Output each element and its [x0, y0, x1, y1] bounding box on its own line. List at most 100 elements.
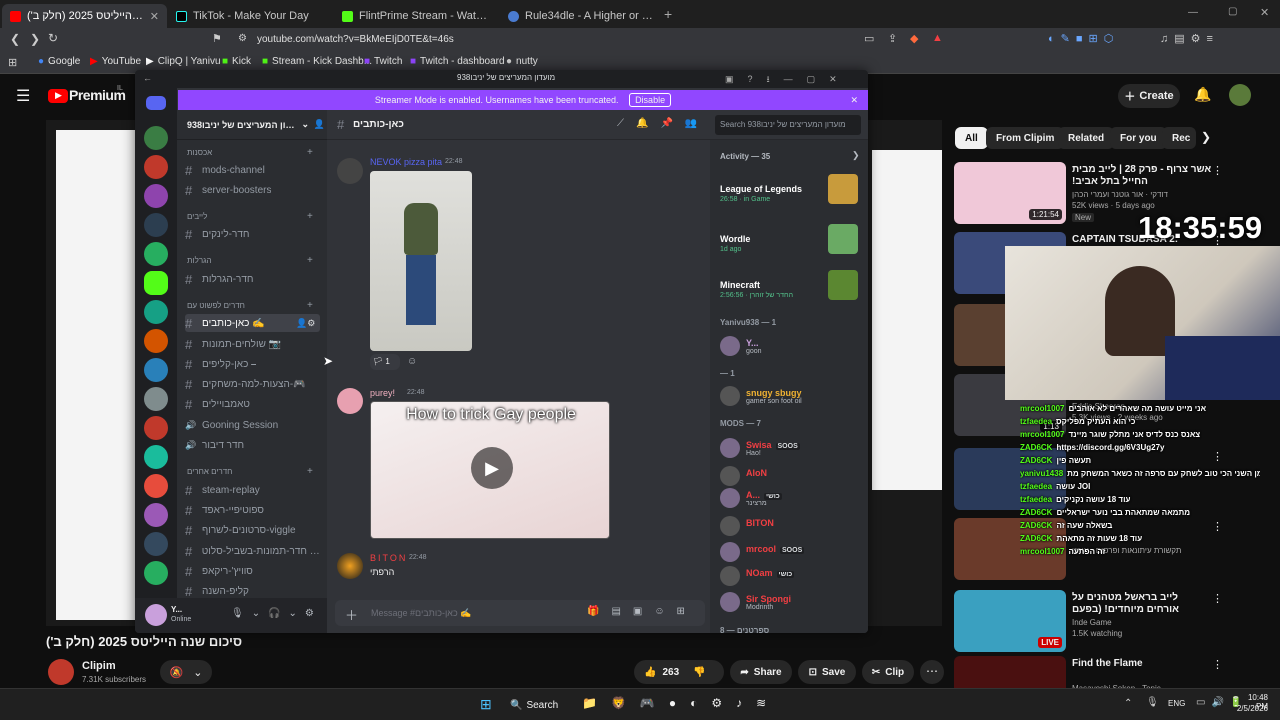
new-tab-button[interactable]: +	[664, 6, 672, 22]
member-item[interactable]: A... כושי מרצינר	[720, 486, 862, 516]
chip-for-you[interactable]: For you	[1110, 127, 1167, 149]
bookmark-twitch[interactable]: ■ Twitch	[364, 56, 402, 67]
add-channel-icon[interactable]: +	[307, 300, 313, 311]
server-icon[interactable]	[144, 242, 168, 266]
tab-tiktok[interactable]: TikTok - Make Your Day	[168, 4, 333, 28]
server-icon[interactable]	[144, 474, 168, 498]
bookmark-kick-dashboard[interactable]: ■ Stream - Kick Dashb...	[262, 56, 372, 67]
server-icon[interactable]	[144, 300, 168, 324]
server-icon[interactable]	[144, 532, 168, 556]
channel-item[interactable]: # הצעות-למה-משחקים-🎮	[185, 375, 320, 393]
taskbar-apps[interactable]: 📁🦁🎮●◐⚙♪≋	[582, 696, 780, 710]
server-icon[interactable]	[144, 126, 168, 150]
rewards-icon[interactable]: ▲	[932, 32, 943, 44]
category-header[interactable]: לייבים	[187, 212, 207, 221]
video-embed[interactable]: How to trick Gay people ▶	[370, 401, 610, 539]
channel-item[interactable]: # קליפ-השנה	[185, 582, 320, 600]
back-arrow-icon[interactable]: ←	[143, 73, 152, 83]
server-icon[interactable]	[144, 184, 168, 208]
back-icon[interactable]: ❮	[10, 32, 20, 46]
author-avatar[interactable]	[337, 158, 363, 184]
channel-item[interactable]: # חדר-לינקים	[185, 225, 320, 243]
chip-recent[interactable]: Rec	[1162, 127, 1196, 149]
category-header[interactable]: הגרלות	[187, 256, 212, 265]
menu-icon[interactable]: ☰	[16, 86, 30, 106]
rec-title[interactable]: אשר צרוף - פרק 28 | לייב מבית החייל בתל …	[1072, 164, 1212, 188]
category-header[interactable]: אכסנות	[187, 148, 212, 157]
add-channel-icon[interactable]: +	[307, 147, 313, 158]
url-field[interactable]: youtube.com/watch?v=BkMeEIjD0TE&t=46s	[257, 34, 454, 45]
channel-item[interactable]: # server-boosters	[185, 181, 320, 199]
channel-item[interactable]: # כאן-קליפים ⎯	[185, 355, 320, 373]
tray-chevron-icon[interactable]: ⌃	[1124, 698, 1132, 709]
channel-item[interactable]: # חדר-תמונות-בשביל-סלוט 🌍	[185, 542, 320, 560]
invite-icon[interactable]: 👤	[314, 119, 325, 130]
server-icon[interactable]	[144, 445, 168, 469]
bookmark-google[interactable]: ● Google	[38, 56, 80, 67]
cast-icon[interactable]: ▭	[864, 32, 874, 45]
taskbar-date[interactable]: 2/5/2026	[1230, 704, 1268, 713]
close-window-icon[interactable]: ✕	[1260, 6, 1269, 19]
channel-settings-icon[interactable]: 👤⚙	[296, 318, 315, 329]
message-composer[interactable]: ＋ Message #כאן-כותבים ✍ 🎁▤▣☺⊞	[335, 600, 705, 626]
bell-icon[interactable]: 🔔	[1194, 86, 1211, 103]
channel-item[interactable]: # סרטונים-לשרוף-viggle	[185, 521, 320, 539]
mic-headset-settings-icons[interactable]: 🎙⌄🎧⌄⚙	[231, 608, 322, 619]
server-icon[interactable]	[144, 329, 168, 353]
add-channel-icon[interactable]: +	[307, 255, 313, 266]
server-icon[interactable]	[144, 387, 168, 411]
channel-item[interactable]: 🔊 חדר דיבור	[185, 436, 320, 454]
reaction-rainbow[interactable]: 🏳 1	[370, 354, 400, 370]
server-header[interactable]: מועדון המעריצים של יניבו938 ⌄ 👤	[177, 110, 327, 140]
channel-item[interactable]: 🔊 Gooning Session	[185, 416, 320, 434]
category-header[interactable]: חדרים לפשוט עם	[187, 301, 245, 310]
channel-avatar[interactable]	[48, 659, 74, 685]
bookmark-icon[interactable]: ⚑	[212, 32, 222, 45]
mic-icon[interactable]: 🎙	[1146, 697, 1159, 708]
save-button[interactable]: ⊡ Save	[798, 660, 856, 684]
channel-item[interactable]: # ספוטיפיי-ראפד	[185, 501, 320, 519]
apps-icon[interactable]: ⊞	[8, 56, 17, 69]
server-icon[interactable]	[144, 213, 168, 237]
author-avatar[interactable]	[337, 553, 363, 579]
close-icon[interactable]: ✕	[150, 10, 159, 23]
more-actions-button[interactable]: ⋯	[920, 660, 944, 684]
channel-item[interactable]: # mods-channel	[185, 161, 320, 179]
channel-item[interactable]: # סוויץ'-ריקאפ	[185, 562, 320, 580]
disable-streamer-mode-button[interactable]: Disable	[629, 93, 672, 107]
close-banner-icon[interactable]: ✕	[850, 90, 858, 110]
windows-start-icon[interactable]: ⊞	[480, 696, 492, 713]
bookmark-kick[interactable]: ■ Kick	[222, 56, 251, 67]
category-header[interactable]: חדרים אחרים	[187, 467, 232, 476]
server-icon[interactable]	[144, 155, 168, 179]
taskbar-search[interactable]: 🔍 Search	[510, 694, 574, 716]
user-avatar[interactable]	[145, 604, 167, 626]
author-avatar[interactable]	[337, 388, 363, 414]
discord-home-icon[interactable]	[146, 96, 166, 110]
tab-youtube[interactable]: סיכום שנה הייליטס 2025 (חלק ב') ✕	[2, 4, 167, 28]
channel-item[interactable]: # שולחים-תמונות 📷	[185, 335, 320, 353]
channel-item[interactable]: # steam-replay	[185, 481, 320, 499]
server-icon[interactable]	[144, 416, 168, 440]
extensions-icon[interactable]: ◐✎■⊞⬡	[1048, 32, 1119, 45]
notification-bell-button[interactable]: 🔕 ⌄	[160, 660, 212, 684]
tab-kick[interactable]: FlintPrime Stream - Watch Live on K	[334, 4, 499, 28]
reload-icon[interactable]: ↻	[48, 31, 58, 45]
create-button[interactable]: ＋ Create	[1118, 84, 1180, 108]
play-button[interactable]: ▶	[471, 447, 513, 489]
titlebar-icons[interactable]: ▣?⭳—▢✕	[725, 72, 851, 88]
activity-card[interactable]: Minecraft 2:56:56 · החדר של זוהרן	[720, 268, 862, 312]
add-reaction-icon[interactable]: ☺	[407, 356, 417, 367]
share-icon[interactable]: ⇪	[888, 32, 897, 45]
like-button[interactable]: 👍 263 👎	[634, 660, 724, 684]
add-channel-icon[interactable]: +	[307, 466, 313, 477]
language-indicator[interactable]: ENG	[1168, 699, 1185, 708]
thumbs-down-icon[interactable]: 👎	[693, 667, 705, 678]
message-author[interactable]: purey!	[370, 388, 395, 398]
server-icon[interactable]	[144, 358, 168, 382]
chip-related[interactable]: Related	[1058, 127, 1115, 149]
bookmark-twitch-dashboard[interactable]: ■ Twitch - dashboard	[410, 56, 505, 67]
plus-icon[interactable]: ＋	[345, 605, 358, 624]
message-author[interactable]: BITON	[370, 553, 407, 563]
bookmark-clipq[interactable]: ▶ ClipQ | Yanivu	[146, 56, 221, 67]
